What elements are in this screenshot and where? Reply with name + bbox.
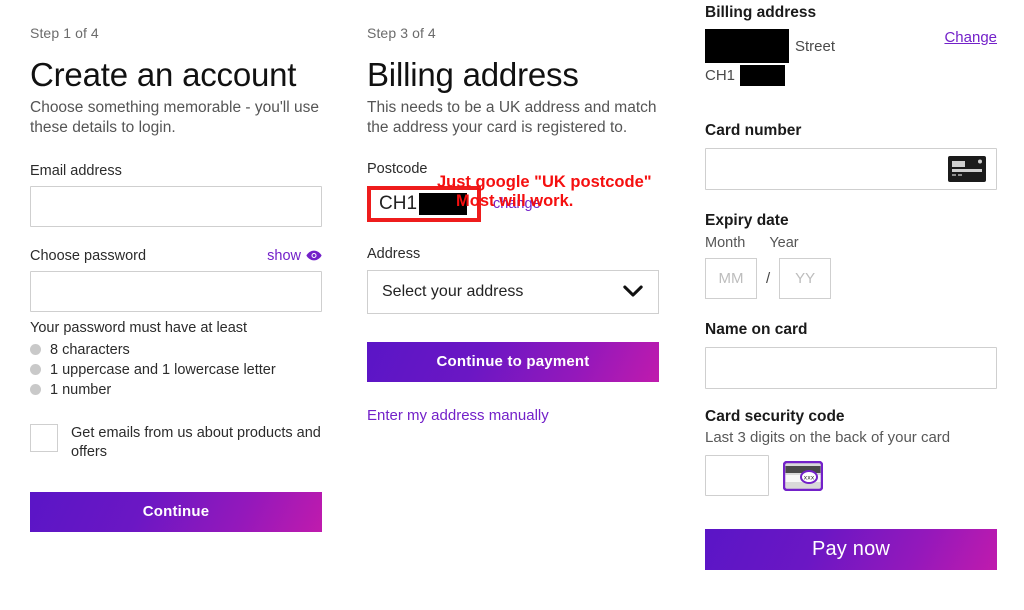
svg-text:xxx: xxx [804, 474, 815, 481]
continue-to-payment-button[interactable]: Continue to payment [367, 341, 659, 382]
expiry-month-field[interactable] [705, 258, 757, 299]
billing-address-subtext: This needs to be a UK address and match … [367, 98, 657, 137]
create-account-title: Create an account [30, 56, 297, 93]
requirement-label: 1 number [50, 381, 112, 398]
card-security-code-field[interactable] [705, 455, 769, 496]
enter-address-manually-link[interactable]: Enter my address manually [367, 407, 549, 424]
requirement-label: 1 uppercase and 1 lowercase letter [50, 361, 276, 378]
postcode-prefix: CH1 [705, 67, 736, 84]
expiry-separator: / [766, 270, 771, 287]
password-requirements-list: 8 characters 1 uppercase and 1 lowercase… [30, 342, 322, 398]
postcode-redaction-right [740, 65, 786, 86]
step-indicator-left: Step 1 of 4 [30, 25, 99, 41]
expiry-date-label: Expiry date [705, 212, 789, 229]
email-field[interactable] [30, 185, 322, 227]
card-security-code-label: Card security code [705, 408, 845, 425]
create-account-column: Step 1 of 4 Create an account Choose som… [30, 0, 322, 532]
marketing-consent-row: Get emails from us about products and of… [30, 423, 322, 463]
password-field[interactable] [30, 270, 322, 312]
address-street-line: Street [705, 29, 835, 63]
email-address-label: Email address [30, 162, 122, 179]
address-postcode-line: CH1 [705, 65, 835, 86]
requirement-bullet-icon [30, 344, 41, 356]
postcode-value: CH1 [379, 192, 418, 214]
marketing-consent-label: Get emails from us about products and of… [71, 424, 321, 461]
eye-icon [306, 250, 322, 261]
requirement-bullet-icon [30, 384, 41, 396]
credit-card-icon [948, 156, 986, 182]
requirement-label: 8 characters [50, 341, 130, 358]
show-password-label: show [267, 247, 301, 264]
billing-address-title: Billing address [367, 56, 579, 93]
annotation-line-2: Most will work. [456, 192, 574, 210]
billing-address-summary-title: Billing address [705, 4, 817, 21]
create-account-subtext: Choose something memorable - you'll use … [30, 98, 319, 137]
payment-details-column: Billing address Street CH1 Change Card n… [705, 0, 997, 570]
requirement-item: 8 characters [30, 342, 322, 358]
card-number-label: Card number [705, 122, 802, 139]
password-requirements-title: Your password must have at least [30, 319, 248, 336]
cvv-card-icon: xxx [783, 460, 823, 491]
requirement-item: 1 number [30, 382, 322, 398]
pay-now-button[interactable]: Pay now [705, 529, 997, 570]
expiry-year-label: Year [769, 235, 799, 251]
step-indicator-middle: Step 3 of 4 [367, 25, 436, 41]
change-billing-address-link[interactable]: Change [944, 29, 997, 46]
expiry-year-field[interactable] [779, 258, 832, 299]
street-suffix: Street [795, 37, 836, 55]
annotation-line-1: Just google "UK postcode" [437, 173, 652, 191]
show-password-toggle[interactable]: show [267, 248, 322, 264]
name-on-card-label: Name on card [705, 321, 808, 338]
expiry-month-label: Month [705, 235, 746, 251]
billing-address-summary: Street CH1 [705, 29, 835, 86]
card-security-code-hint: Last 3 digits on the back of your card [705, 429, 951, 446]
continue-button[interactable]: Continue [30, 491, 322, 532]
name-on-card-field[interactable] [705, 347, 997, 389]
checkout-page: Step 1 of 4 Create an account Choose som… [0, 0, 1024, 610]
address-select[interactable]: Select your address [367, 269, 659, 314]
address-select-value: Select your address [382, 282, 524, 300]
requirement-item: 1 uppercase and 1 lowercase letter [30, 362, 322, 378]
requirement-bullet-icon [30, 364, 41, 376]
street-redaction [705, 29, 789, 63]
address-label: Address [367, 245, 421, 262]
choose-password-label: Choose password [30, 247, 147, 264]
billing-address-column: Step 3 of 4 Billing address This needs t… [367, 0, 659, 425]
marketing-consent-checkbox[interactable] [30, 423, 58, 452]
